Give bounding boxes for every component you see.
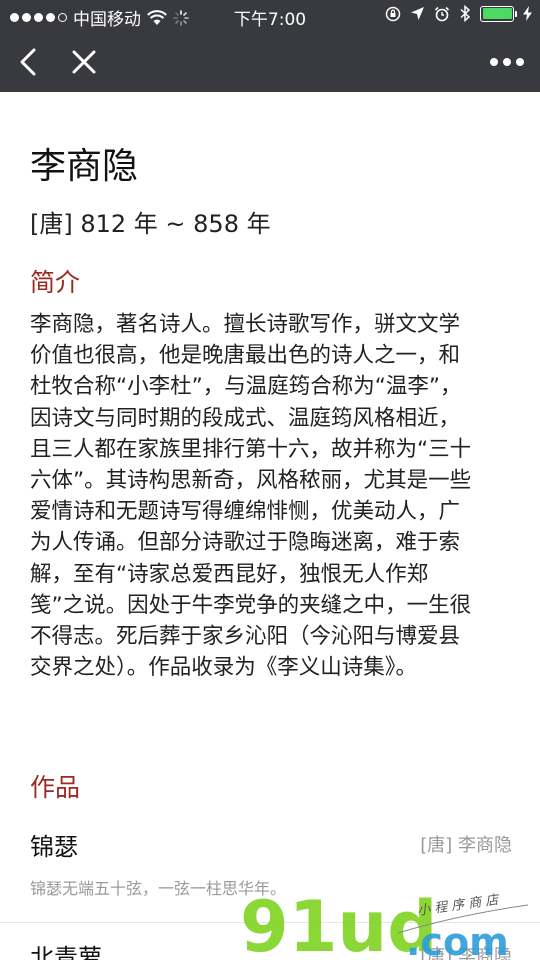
intro-line: 不得志。死后葬于家乡沁阳（今沁阳与博爱县 [30,624,461,650]
intro-line: 交界之处）。作品收录为《李义山诗集》。 [30,655,418,681]
intro-line: 笺”之说。因处于牛李党争的夹缝之中，一生很 [30,592,472,618]
work-title: 锦瑟 [30,833,78,861]
poet-dates: [唐] 812 年 ~ 858 年 [30,210,271,238]
orientation-lock-icon [385,6,401,21]
back-button[interactable] [8,32,48,92]
intro-line: 六体”。其诗构思新奇，风格秾丽，尤其是一些 [30,468,472,494]
chevron-left-icon [20,48,36,76]
intro-line: 为人传诵。但部分诗歌过于隐晦迷离，难于索 [30,530,461,556]
more-horizontal-icon [490,58,524,66]
intro-line: 价值也很高，他是晚唐最出色的诗人之一，和 [30,343,461,369]
watermark-logo: 91ud .com 小 程 序 商 店 [240,886,529,960]
intro-section-title: 简介 [30,268,81,297]
bluetooth-icon [460,5,471,22]
work-title: 北青萝 [30,944,102,960]
works-section-title: 作品 [30,773,81,802]
status-right [385,5,532,22]
close-button[interactable] [62,32,106,92]
intro-line: 且三人都在家族里排行第十六，故并称为“三十 [30,436,472,462]
intro-line: 爱情诗和无题诗写得缠绵悱恻，优美动人，广 [30,499,461,525]
intro-line: 解，至有“诗家总爱西昆好，独恨无人作郑 [30,561,429,587]
work-list-item[interactable]: 锦瑟 [唐] 李商隐 锦瑟无端五十弦，一弦一柱思华年。 [30,827,512,898]
battery-icon [480,5,517,22]
close-icon [72,50,96,74]
location-arrow-icon [411,7,424,20]
charging-bolt-icon [523,6,532,21]
intro-line: 因诗文与同时期的段成式、温庭筠风格相近， [30,405,461,431]
status-bar: 中国移动 下午7:00 [0,0,540,32]
more-options-button[interactable] [482,32,532,92]
alarm-clock-icon [434,6,450,21]
intro-line: 李商隐，著名诗人。擅长诗歌写作，骈文文学 [30,312,461,337]
poet-name: 李商隐 [30,146,139,187]
intro-line: 杜牧合称“小李杜”，与温庭筠合称为“温李”， [30,374,462,400]
intro-paragraph: 李商隐，著名诗人。擅长诗歌写作，骈文文学 价值也很高，他是晚唐最出色的诗人之一，… [30,309,514,683]
navigation-bar [0,32,540,92]
work-author: [唐] 李商隐 [420,835,512,856]
